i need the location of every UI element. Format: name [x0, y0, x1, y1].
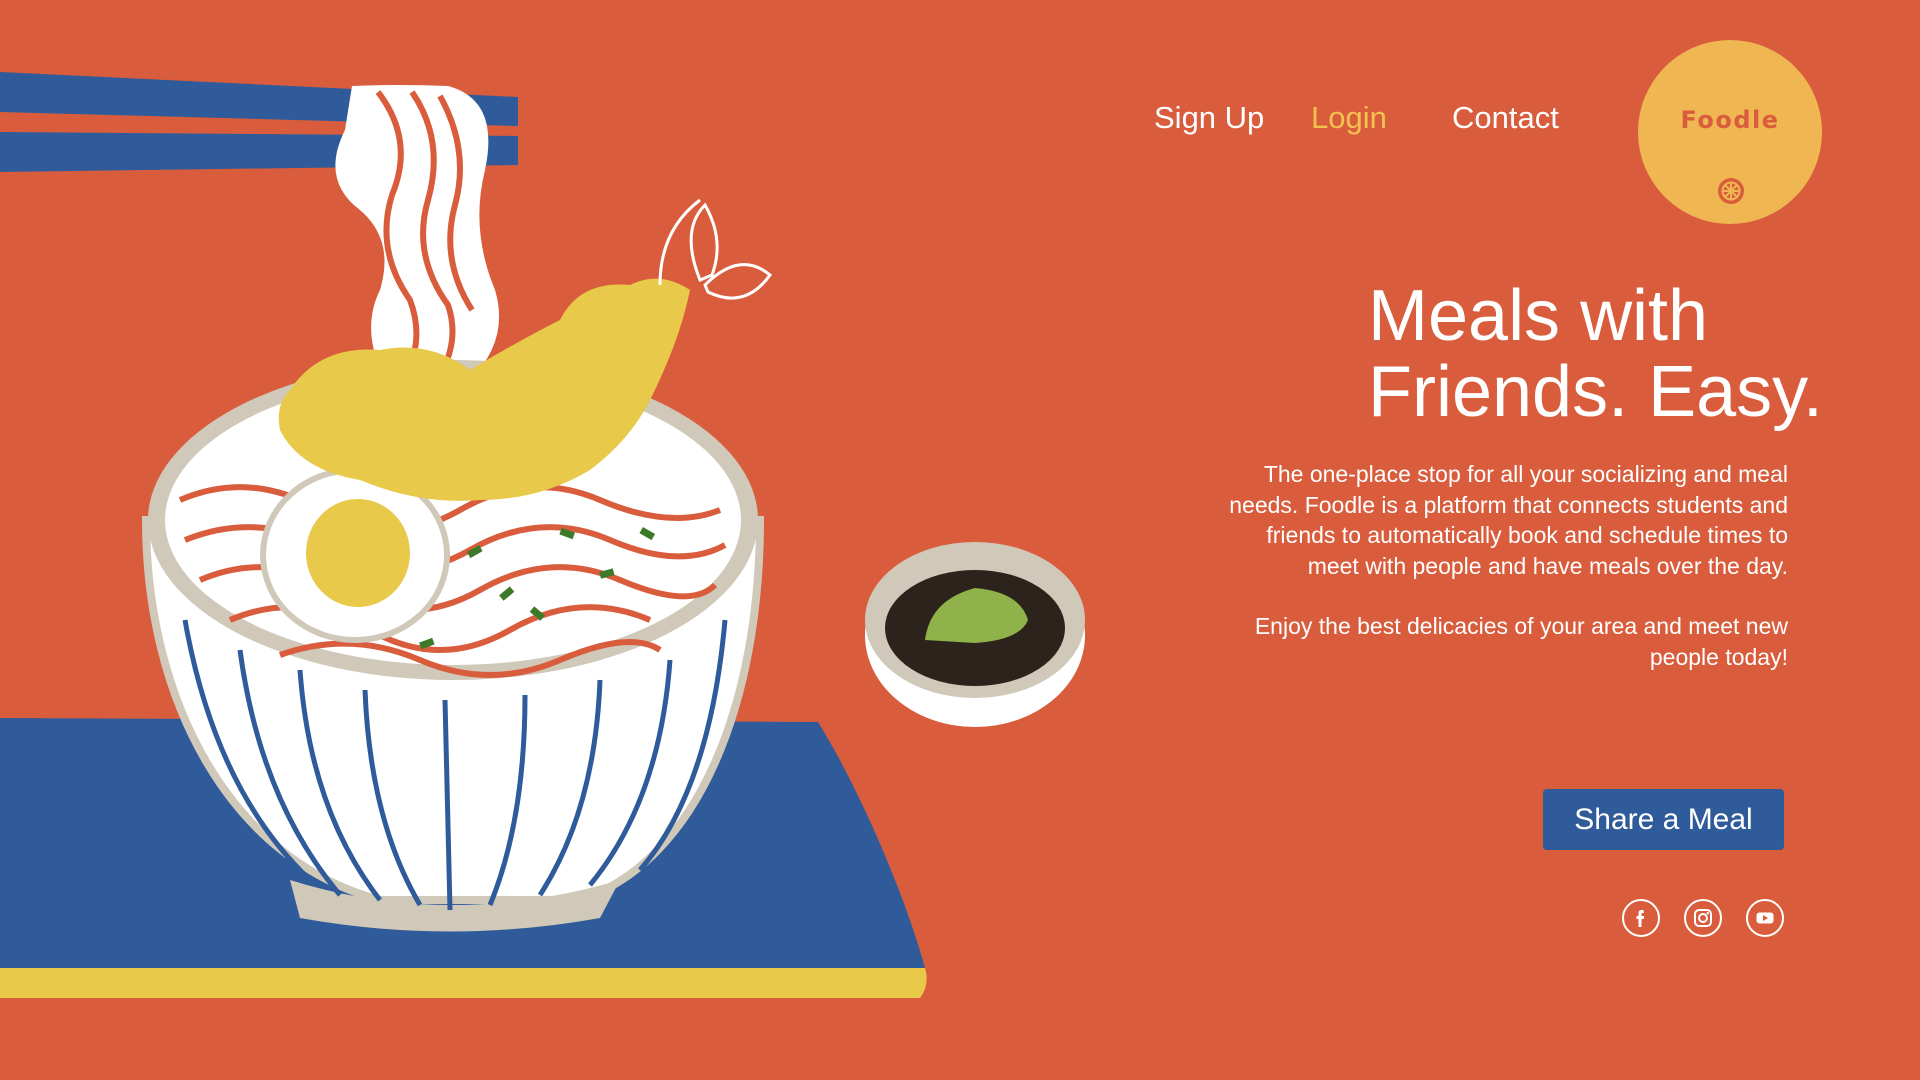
lifted-noodles	[335, 85, 500, 380]
hero-paragraph-2: Enjoy the best delicacies of your area a…	[1254, 613, 1788, 670]
hero-description: The one-place stop for all your socializ…	[1228, 459, 1788, 702]
nav-sign-up-link[interactable]: Sign Up	[1154, 100, 1264, 136]
facebook-icon[interactable]	[1622, 899, 1660, 937]
share-a-meal-button[interactable]: Share a Meal	[1543, 789, 1784, 850]
logo-text: Foodle	[1680, 106, 1780, 134]
hero-headline: Meals with Friends. Easy.	[1368, 278, 1908, 430]
instagram-icon[interactable]	[1684, 899, 1722, 937]
headline-line-2: Friends. Easy.	[1368, 352, 1823, 432]
youtube-icon[interactable]	[1746, 899, 1784, 937]
ramen-bowl-illustration	[0, 72, 1085, 998]
nav-login-link[interactable]: Login	[1311, 100, 1387, 136]
hero-paragraph-1: The one-place stop for all your socializ…	[1229, 461, 1788, 579]
headline-line-1: Meals with	[1368, 276, 1709, 356]
foodle-logo[interactable]: Foodle	[1638, 40, 1822, 224]
nav-contact-link[interactable]: Contact	[1452, 100, 1559, 136]
lemon-slice-icon	[1718, 178, 1744, 204]
sauce-dish	[865, 542, 1085, 727]
